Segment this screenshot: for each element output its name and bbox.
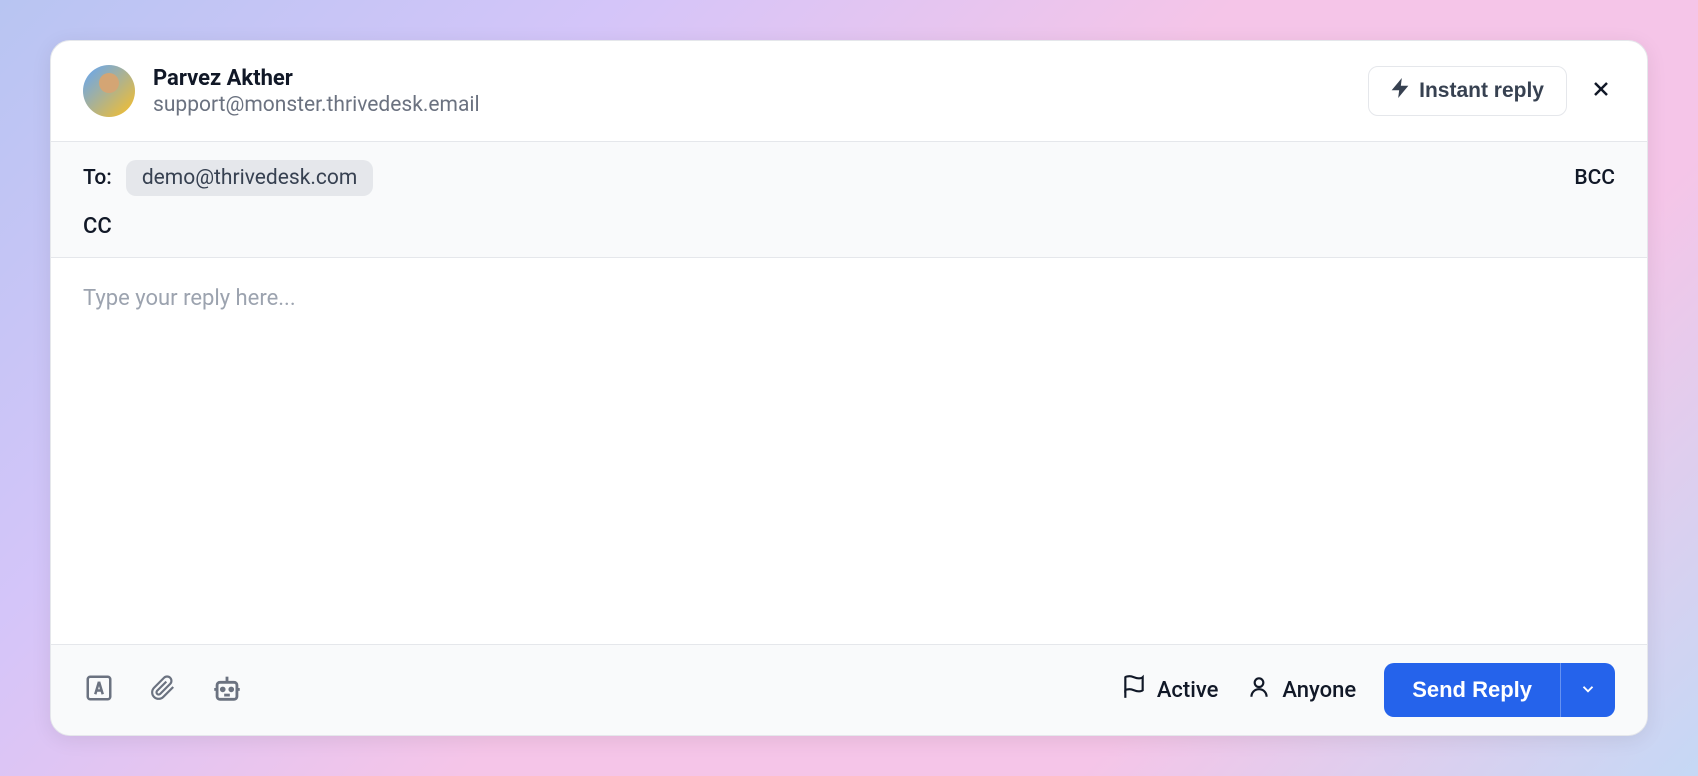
to-email-chip[interactable]: demo@thrivedesk.com	[126, 160, 373, 196]
instant-reply-label: Instant reply	[1419, 79, 1544, 103]
paperclip-icon	[150, 673, 176, 707]
reply-textarea[interactable]	[83, 286, 1615, 616]
ai-assist-button[interactable]	[211, 674, 243, 706]
text-format-icon	[84, 673, 114, 707]
body-area	[51, 258, 1647, 644]
compose-header: Parvez Akther support@monster.thrivedesk…	[51, 41, 1647, 142]
chevron-down-icon	[1579, 680, 1597, 701]
flag-icon	[1121, 674, 1147, 706]
send-reply-button[interactable]: Send Reply	[1384, 663, 1560, 717]
cc-button[interactable]: CC	[83, 214, 112, 239]
status-button[interactable]: Active	[1121, 674, 1219, 706]
assignee-button[interactable]: Anyone	[1246, 674, 1356, 706]
status-label: Active	[1157, 678, 1219, 703]
footer-left	[83, 674, 243, 706]
sender-email: support@monster.thrivedesk.email	[153, 93, 1368, 117]
close-icon	[1589, 77, 1613, 105]
to-label: To:	[83, 166, 112, 190]
bcc-button[interactable]: BCC	[1574, 166, 1615, 190]
to-row: To: demo@thrivedesk.com BCC	[83, 160, 1615, 196]
instant-reply-button[interactable]: Instant reply	[1368, 66, 1567, 116]
assignee-label: Anyone	[1282, 678, 1356, 703]
header-actions: Instant reply	[1368, 66, 1615, 116]
attachment-button[interactable]	[147, 674, 179, 706]
footer-right: Active Anyone Send Reply	[1121, 663, 1615, 717]
close-button[interactable]	[1587, 77, 1615, 105]
person-icon	[1246, 674, 1272, 706]
sender-avatar	[83, 65, 135, 117]
send-dropdown-button[interactable]	[1560, 663, 1615, 717]
sender-info: Parvez Akther support@monster.thrivedesk…	[153, 66, 1368, 117]
sender-name: Parvez Akther	[153, 66, 1368, 91]
compose-footer: Active Anyone Send Reply	[51, 644, 1647, 735]
text-format-button[interactable]	[83, 674, 115, 706]
robot-icon	[210, 671, 244, 709]
send-group: Send Reply	[1384, 663, 1615, 717]
recipients-section: To: demo@thrivedesk.com BCC CC	[51, 142, 1647, 258]
lightning-icon	[1391, 77, 1409, 105]
compose-card: Parvez Akther support@monster.thrivedesk…	[50, 40, 1648, 736]
